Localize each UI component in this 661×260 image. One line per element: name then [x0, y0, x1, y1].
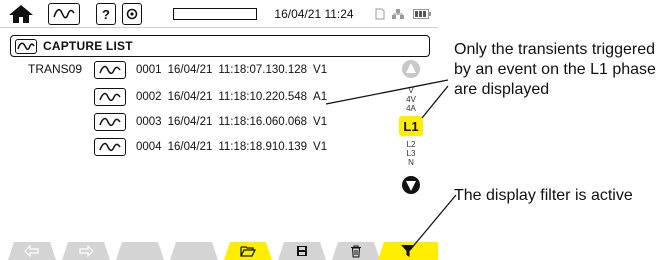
annotation-filter-active: The display filter is active — [454, 187, 633, 204]
leader-line-l1 — [421, 85, 449, 119]
annotation-leaders — [325, 79, 457, 251]
leader-line-filter — [325, 79, 449, 105]
leader-line-filter-key — [409, 194, 457, 251]
annotation-filter-note: Only the transients triggered by an even… — [454, 41, 656, 98]
